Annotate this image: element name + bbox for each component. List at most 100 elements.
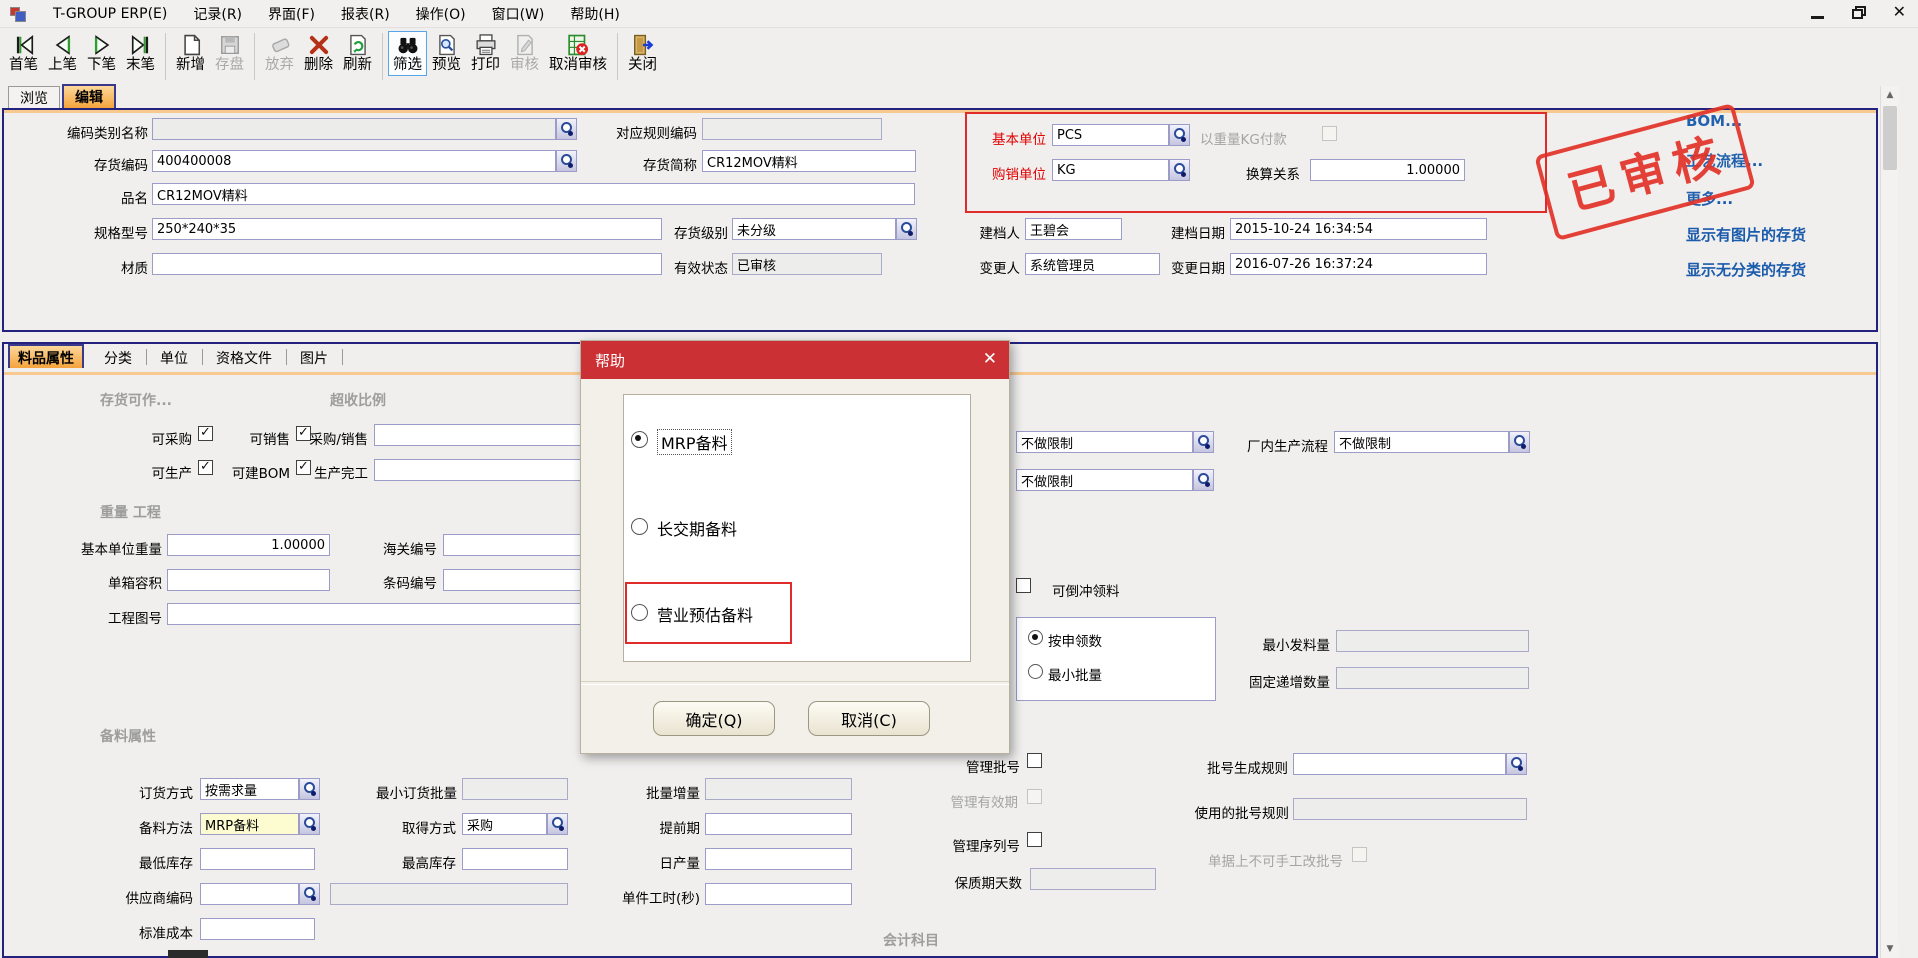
issue-by-request-radio[interactable] [1028,630,1043,645]
scroll-down-icon[interactable]: ▼ [1881,940,1899,958]
lookup-magnifier-icon[interactable] [1509,431,1530,453]
vertical-scrollbar[interactable]: ▲ ▼ [1880,86,1898,958]
toolbar-first-record[interactable]: 首笔 [4,31,43,76]
tab-image[interactable]: 图片 [292,346,336,370]
code-category-input[interactable] [152,118,556,140]
toolbar-print[interactable]: 打印 [466,31,505,76]
scroll-up-icon[interactable]: ▲ [1881,86,1899,104]
limit-input-1[interactable] [1016,431,1193,453]
inv-code-input[interactable] [152,150,556,172]
manage-serial-checkbox[interactable] [1027,832,1042,847]
scrollbar-thumb[interactable] [1883,106,1897,170]
lookup-magnifier-icon[interactable] [299,778,320,800]
lookup-magnifier-icon[interactable] [547,813,568,835]
link-show-unclassified[interactable]: 显示无分类的存货 [1686,259,1806,280]
toolbar-delete[interactable]: 删除 [299,31,338,76]
base-unit-input[interactable] [1052,124,1169,146]
tab-qualification[interactable]: 资格文件 [208,346,280,370]
toolbar-filter[interactable]: 筛选 [388,31,427,76]
limit-field-1[interactable] [1016,431,1214,453]
lead-time-input[interactable] [705,813,852,835]
tab-browse[interactable]: 浏览 [8,86,60,108]
menu-record[interactable]: 记录(R) [193,4,242,24]
issue-min-batch-radio[interactable] [1028,664,1043,679]
box-volume-input[interactable] [167,569,330,591]
close-icon[interactable]: ✕ [1893,3,1906,21]
lookup-magnifier-icon[interactable] [299,813,320,835]
batch-rule-input[interactable] [1293,753,1506,775]
toolbar-prev-record[interactable]: 上笔 [43,31,82,76]
inv-short-input[interactable] [702,150,916,172]
toolbar-add[interactable]: 新增 [171,31,210,76]
material-input[interactable] [152,253,662,275]
trade-unit-field[interactable] [1052,159,1190,181]
dialog-close-icon[interactable]: ✕ [983,349,997,369]
menu-app-title[interactable]: T-GROUP ERP(E) [53,6,167,22]
option-mrp-label[interactable]: MRP备料 [657,429,732,455]
option-mrp-radio[interactable] [631,431,648,448]
link-show-with-image[interactable]: 显示有图片的存货 [1686,224,1806,245]
level-input[interactable] [732,218,896,240]
conversion-input[interactable] [1310,159,1465,181]
lookup-magnifier-icon[interactable] [1169,124,1190,146]
prep-method-field[interactable] [200,813,320,835]
factory-flow-input[interactable] [1334,431,1509,453]
can-make-checkbox[interactable] [198,460,213,475]
menu-report[interactable]: 报表(R) [341,4,390,24]
can-buy-checkbox[interactable] [198,426,213,441]
prep-method-input[interactable] [200,813,299,835]
lookup-magnifier-icon[interactable] [299,883,320,905]
tab-item-attributes[interactable]: 料品属性 [8,344,84,368]
lookup-magnifier-icon[interactable] [1193,469,1214,491]
tab-edit[interactable]: 编辑 [62,84,116,108]
toolbar-close-form[interactable]: 关闭 [623,31,662,76]
menu-interface[interactable]: 界面(F) [268,4,315,24]
acquire-mode-input[interactable] [462,813,547,835]
tab-classification[interactable]: 分类 [96,346,140,370]
tab-unit[interactable]: 单位 [152,346,196,370]
toolbar-refresh[interactable]: 刷新 [338,31,377,76]
inv-code-field[interactable] [152,150,577,172]
supplier-input[interactable] [200,883,299,905]
menu-help[interactable]: 帮助(H) [570,4,619,24]
minimize-icon[interactable] [1811,16,1824,19]
toolbar-preview[interactable]: 预览 [427,31,466,76]
lookup-magnifier-icon[interactable] [1169,159,1190,181]
lookup-magnifier-icon[interactable] [556,150,577,172]
supplier-field[interactable] [200,883,320,905]
min-stock-input[interactable] [200,848,315,870]
option-longlead-label[interactable]: 长交期备料 [657,516,737,540]
lookup-magnifier-icon[interactable] [556,118,577,140]
base-unit-field[interactable] [1052,124,1190,146]
manage-batch-checkbox[interactable] [1027,753,1042,768]
lookup-magnifier-icon[interactable] [896,218,917,240]
toolbar-cancel-audit[interactable]: 取消审核 [544,31,612,76]
restore-icon[interactable] [1852,6,1865,18]
name-input[interactable] [152,183,915,205]
order-mode-input[interactable] [200,778,299,800]
level-field[interactable] [732,218,917,240]
limit-field-2[interactable] [1016,469,1214,491]
unit-time-input[interactable] [705,883,852,905]
option-longlead-radio[interactable] [631,518,648,535]
limit-input-2[interactable] [1016,469,1193,491]
std-cost-input[interactable] [200,918,315,940]
unit-weight-input[interactable] [167,534,330,556]
trade-unit-input[interactable] [1052,159,1169,181]
dialog-cancel-button[interactable]: 取消(C) [808,701,930,736]
backflush-checkbox[interactable] [1016,578,1031,593]
acquire-mode-field[interactable] [462,813,568,835]
dialog-ok-button[interactable]: 确定(Q) [653,701,775,736]
toolbar-next-record[interactable]: 下笔 [82,31,121,76]
option-forecast-label[interactable]: 营业预估备料 [657,602,753,626]
max-stock-input[interactable] [462,848,568,870]
lookup-magnifier-icon[interactable] [1193,431,1214,453]
daily-output-input[interactable] [705,848,852,870]
batch-rule-field[interactable] [1293,753,1527,775]
lookup-magnifier-icon[interactable] [1506,753,1527,775]
menu-operation[interactable]: 操作(O) [416,4,466,24]
option-forecast-radio[interactable] [631,604,648,621]
factory-flow-field[interactable] [1334,431,1530,453]
toolbar-last-record[interactable]: 末笔 [121,31,160,76]
order-mode-field[interactable] [200,778,320,800]
